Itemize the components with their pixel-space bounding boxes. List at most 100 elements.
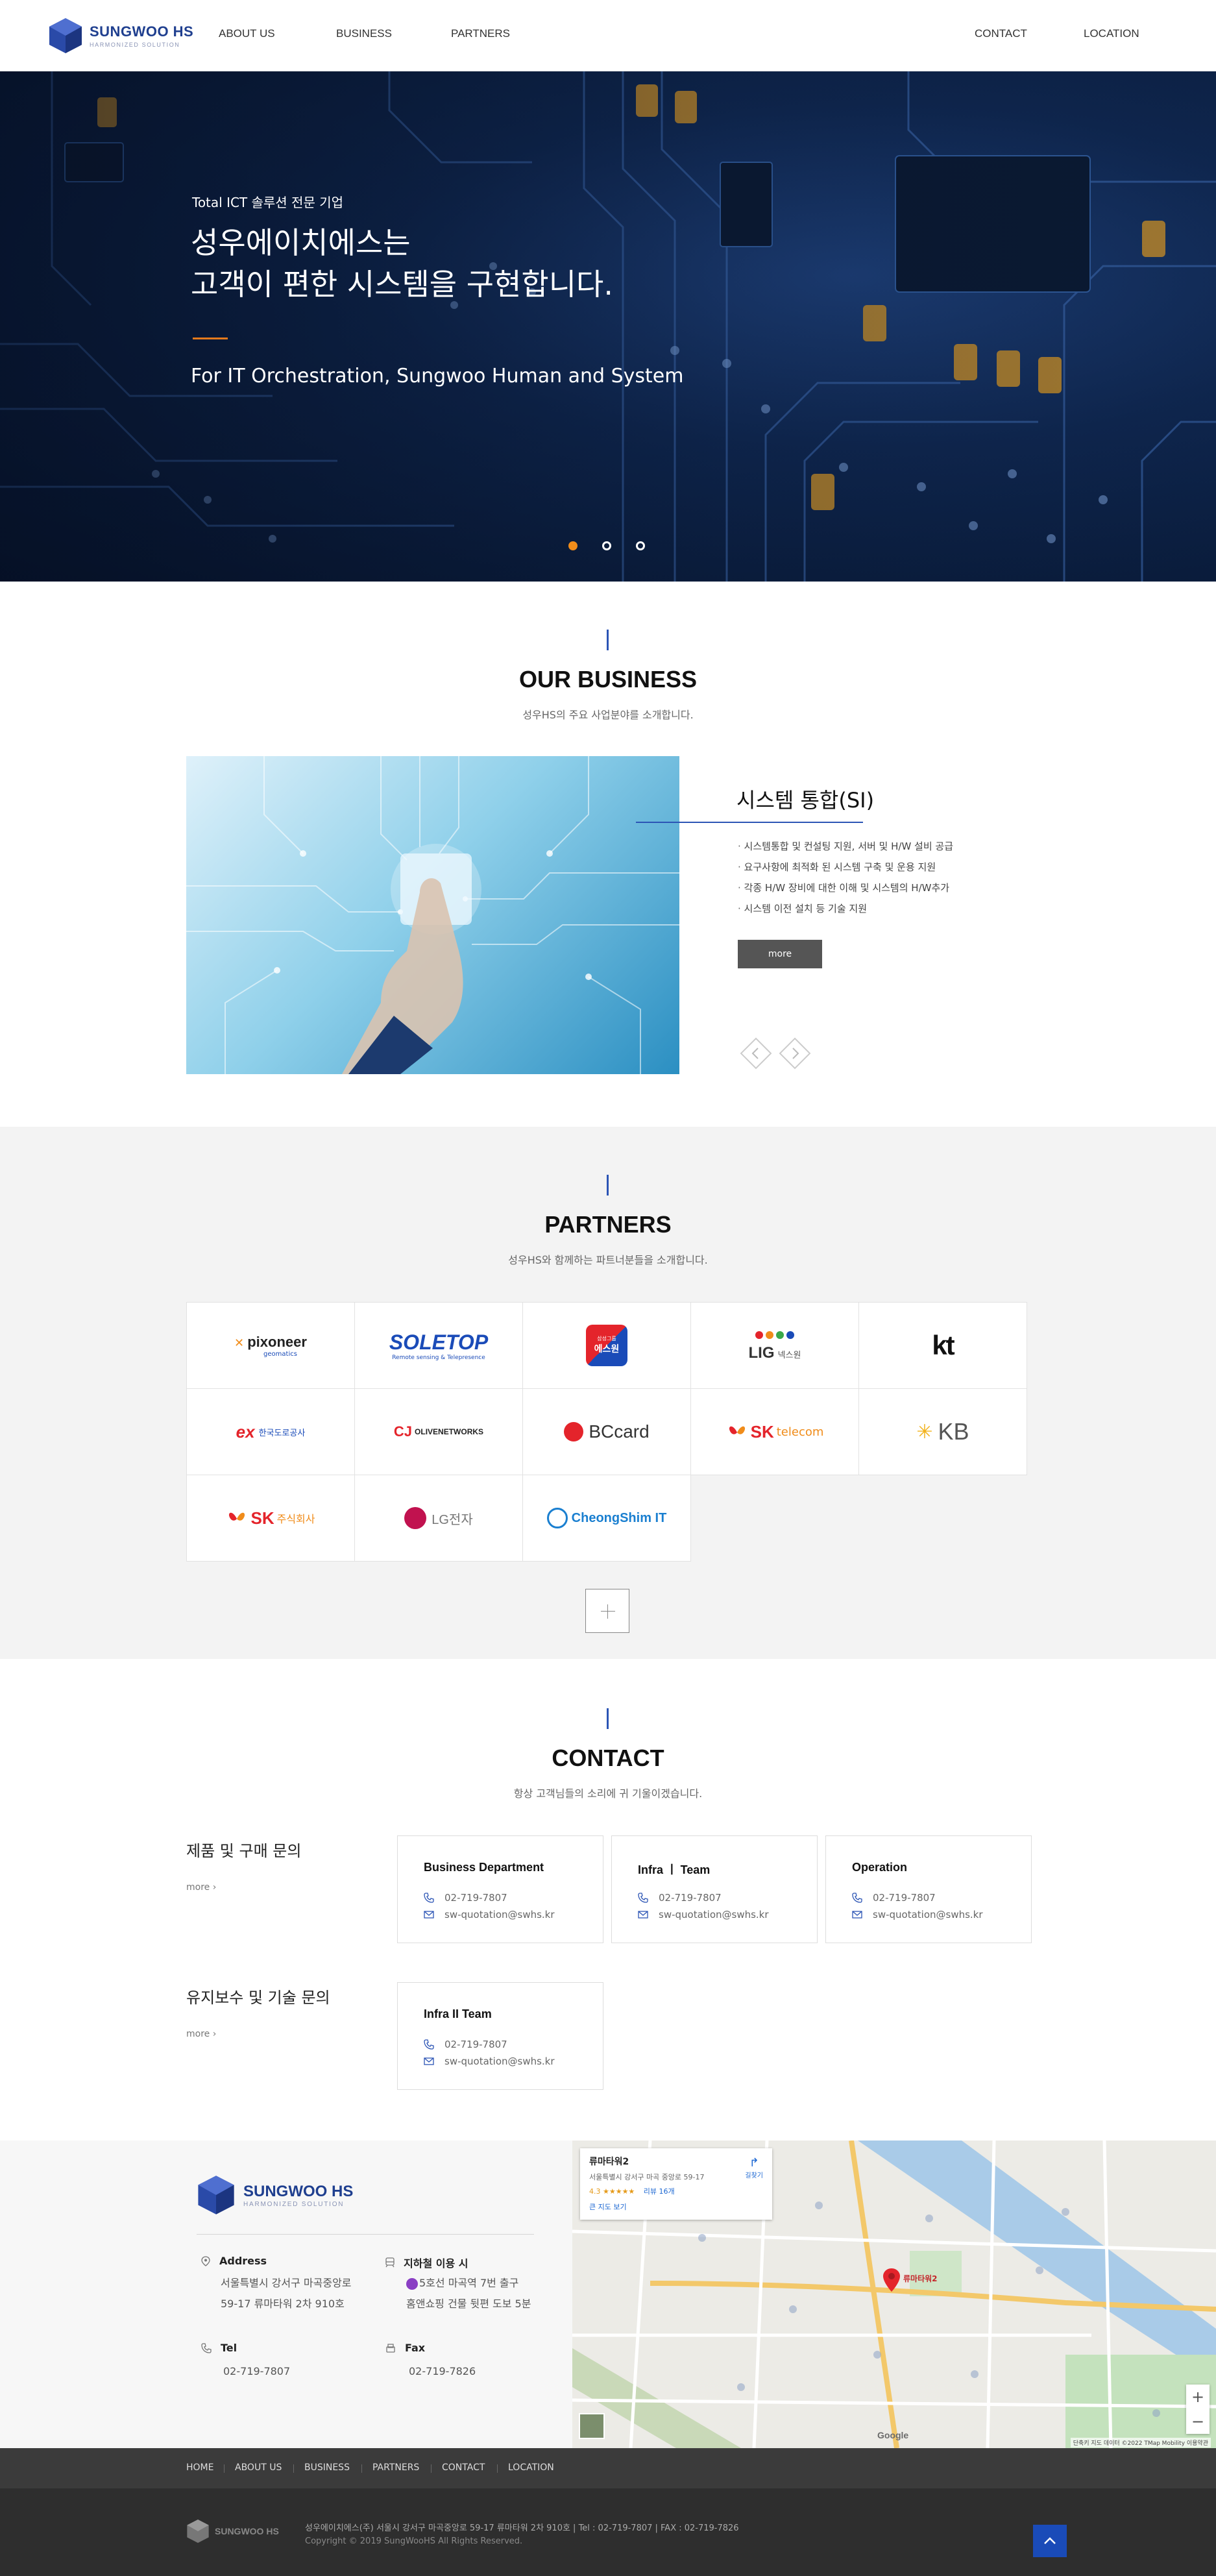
location-pin-icon — [201, 2255, 210, 2266]
card-title: Infra II Team — [424, 2007, 492, 2020]
footer-company-info: 성우에이치에스(주) 서울시 강서구 마곡중앙로 59-17 류마타워 2차 9… — [305, 2523, 739, 2533]
business-section-title: OUR BUSINESS — [518, 666, 698, 693]
prev-arrow-icon[interactable] — [740, 1037, 772, 1070]
subway-text: 5호선 마곡역 7번 출구 홈앤쇼핑 건물 뒷편 도보 5분 — [406, 2277, 531, 2310]
partner-logo-pixoneer: ✕ pixoneer geomatics — [186, 1302, 355, 1389]
footer-nav-business[interactable]: BUSINESS — [304, 2462, 350, 2473]
footer-nav-partners[interactable]: PARTNERS — [372, 2462, 419, 2473]
logo-hexagon-icon — [187, 2520, 209, 2543]
hero-divider — [193, 337, 228, 339]
circuit-hand-illustration — [186, 756, 679, 1074]
footer-nav-contact[interactable]: CONTACT — [442, 2462, 485, 2473]
card-title: Operation — [852, 1861, 908, 1874]
cheongshim-mark-icon — [546, 1508, 568, 1528]
phone-icon — [424, 2039, 434, 2050]
card-tel[interactable]: 02-719-7807 — [444, 1892, 507, 1904]
hero-kicker: Total ICT 솔루션 전문 기업 — [192, 195, 344, 210]
card-email[interactable]: sw-quotation@swhs.kr — [873, 1909, 983, 1920]
business-item-title: 시스템 통합(SI) — [736, 788, 875, 813]
map-footer-text: 단축키 지도 데이터 ©2022 TMap Mobility 이용약관 — [1070, 2438, 1211, 2447]
phone-icon — [852, 1893, 862, 1903]
business-feature-list: 시스템통합 및 컨설팅 지원, 서버 및 H/W 설비 공급 요구사항에 최적화… — [738, 836, 953, 919]
nav-about-us[interactable]: ABOUT US — [219, 27, 275, 40]
card-email[interactable]: sw-quotation@swhs.kr — [444, 1909, 555, 1920]
phone-icon — [638, 1893, 648, 1903]
zoom-out-icon[interactable]: − — [1186, 2409, 1210, 2434]
map-directions-button[interactable]: ↱ 길찾기 — [745, 2156, 763, 2179]
partners-section-title: PARTNERS — [544, 1211, 672, 1238]
nav-contact[interactable]: CONTACT — [975, 27, 1027, 40]
contact-group-purchase-label: 제품 및 구매 문의 — [186, 1842, 302, 1860]
hero-title: 성우에이치에스는 고객이 편한 시스템을 구현합니다. — [191, 225, 613, 302]
slide-dot-1[interactable] — [568, 541, 578, 550]
hero-subtitle: For IT Orchestration, Sungwoo Human and … — [191, 365, 684, 387]
card-tel[interactable]: 02-719-7807 — [659, 1892, 722, 1904]
address-text: 서울특별시 강서구 마곡중앙로 59-17 류마타워 2차 910호 — [221, 2277, 352, 2310]
map-pin-icon[interactable] — [882, 2268, 901, 2292]
card-email[interactable]: sw-quotation@swhs.kr — [659, 1909, 769, 1920]
business-more-button[interactable]: more — [738, 940, 822, 968]
nav-partners[interactable]: PARTNERS — [451, 27, 510, 40]
contact-card-operation: Operation 02-719-7807 sw-quotation@swhs.… — [825, 1835, 1032, 1943]
scroll-top-button[interactable] — [1033, 2525, 1067, 2557]
contact-purchase-more-link[interactable]: more › — [186, 1882, 216, 1893]
card-email[interactable]: sw-quotation@swhs.kr — [444, 2055, 555, 2067]
footer-nav-about-us[interactable]: ABOUT US — [235, 2462, 282, 2473]
map-zoom-controls: + − — [1186, 2385, 1210, 2434]
zoom-in-icon[interactable]: + — [1186, 2385, 1210, 2409]
footer-nav-location[interactable]: LOCATION — [508, 2462, 554, 2473]
mail-icon — [424, 2057, 434, 2065]
nav-location[interactable]: LOCATION — [1084, 27, 1139, 40]
phone-icon — [201, 2342, 212, 2353]
fax-heading: Fax — [385, 2342, 425, 2354]
lg-face-icon — [404, 1507, 427, 1529]
chevron-up-icon — [1044, 2537, 1056, 2544]
nav-business[interactable]: BUSINESS — [336, 27, 392, 40]
footer-nav: HOME ABOUT US BUSINESS PARTNERS CONTACT … — [0, 2448, 1216, 2488]
logo-tagline: HARMONIZED SOLUTION — [90, 42, 180, 48]
tel-heading: Tel — [201, 2342, 237, 2354]
subway-heading: 지하철 이용 시 — [385, 2255, 468, 2270]
list-item: 시스템통합 및 컨설팅 지원, 서버 및 H/W 설비 공급 — [738, 836, 953, 857]
map-place-card: 류마타워2 서울특별시 강서구 마곡 중앙로 59-17 4.3 ★★★★★ 리… — [580, 2148, 772, 2220]
partner-logo-lig-nex1: LIG 넥스원 — [690, 1302, 859, 1389]
mail-icon — [638, 1911, 648, 1919]
footer-nav-home[interactable]: HOME — [186, 2462, 213, 2473]
slide-dot-2[interactable] — [602, 541, 611, 550]
map-pin-label: 류마타워2 — [903, 2274, 938, 2283]
partner-logo-kt: kt — [858, 1302, 1027, 1389]
map-larger-link[interactable]: 큰 지도 보기 — [589, 2202, 763, 2212]
business-title-underline — [636, 822, 863, 823]
partner-logo-lg-electronics: LG전자 — [354, 1475, 523, 1562]
location-map[interactable]: 류마타워2 류마타워2 서울특별시 강서구 마곡 중앙로 59-17 4.3 ★… — [572, 2141, 1216, 2448]
mail-icon — [852, 1911, 862, 1919]
contact-accent-bar — [607, 1708, 609, 1729]
site-header: SUNGWOO HS HARMONIZED SOLUTION ABOUT US … — [0, 0, 1216, 71]
list-item: 각종 H/W 장비에 대한 이해 및 시스템의 H/W추가 — [738, 877, 953, 898]
slide-dot-3[interactable] — [636, 541, 645, 550]
hero-banner: Total ICT 솔루션 전문 기업 성우에이치에스는 고객이 편한 시스템을… — [0, 71, 1216, 582]
business-accent-bar — [607, 630, 609, 650]
partners-load-more-button[interactable] — [585, 1589, 629, 1633]
subway-icon — [385, 2257, 395, 2268]
fax-icon — [386, 2343, 395, 2353]
contact-card-infra-2-team: Infra II Team 02-719-7807 sw-quotation@s… — [397, 1982, 603, 2090]
partner-logo-sk-telecom: SK telecom — [690, 1388, 859, 1475]
contact-card-infra-team: Infra ㅣ Team 02-719-7807 sw-quotation@sw… — [611, 1835, 818, 1943]
next-arrow-icon[interactable] — [779, 1037, 811, 1070]
map-satellite-toggle[interactable] — [579, 2413, 605, 2439]
sk-butterfly-icon — [729, 1426, 745, 1434]
card-tel[interactable]: 02-719-7807 — [873, 1892, 936, 1904]
contact-card-business-dept: Business Department 02-719-7807 sw-quota… — [397, 1835, 603, 1943]
footer-copyright: Copyright © 2019 SungWooHS All Rights Re… — [305, 2536, 523, 2546]
list-item: 요구사항에 최적화 된 시스템 구축 및 운용 지원 — [738, 857, 953, 877]
logo-name: SUNGWOO HS — [90, 23, 194, 40]
business-si-image — [186, 756, 679, 1074]
contact-support-more-link[interactable]: more › — [186, 2029, 216, 2039]
partner-logo-korea-expressway: ex 한국도로공사 — [186, 1388, 355, 1475]
partner-logo-soletop: SOLETOP Remote sensing & Telepresence — [354, 1302, 523, 1389]
card-tel[interactable]: 02-719-7807 — [444, 2039, 507, 2050]
tel-value[interactable]: 02-719-7807 — [223, 2361, 290, 2382]
site-logo[interactable]: SUNGWOO HS HARMONIZED SOLUTION — [48, 17, 193, 55]
directions-arrow-icon: ↱ — [749, 2156, 759, 2170]
